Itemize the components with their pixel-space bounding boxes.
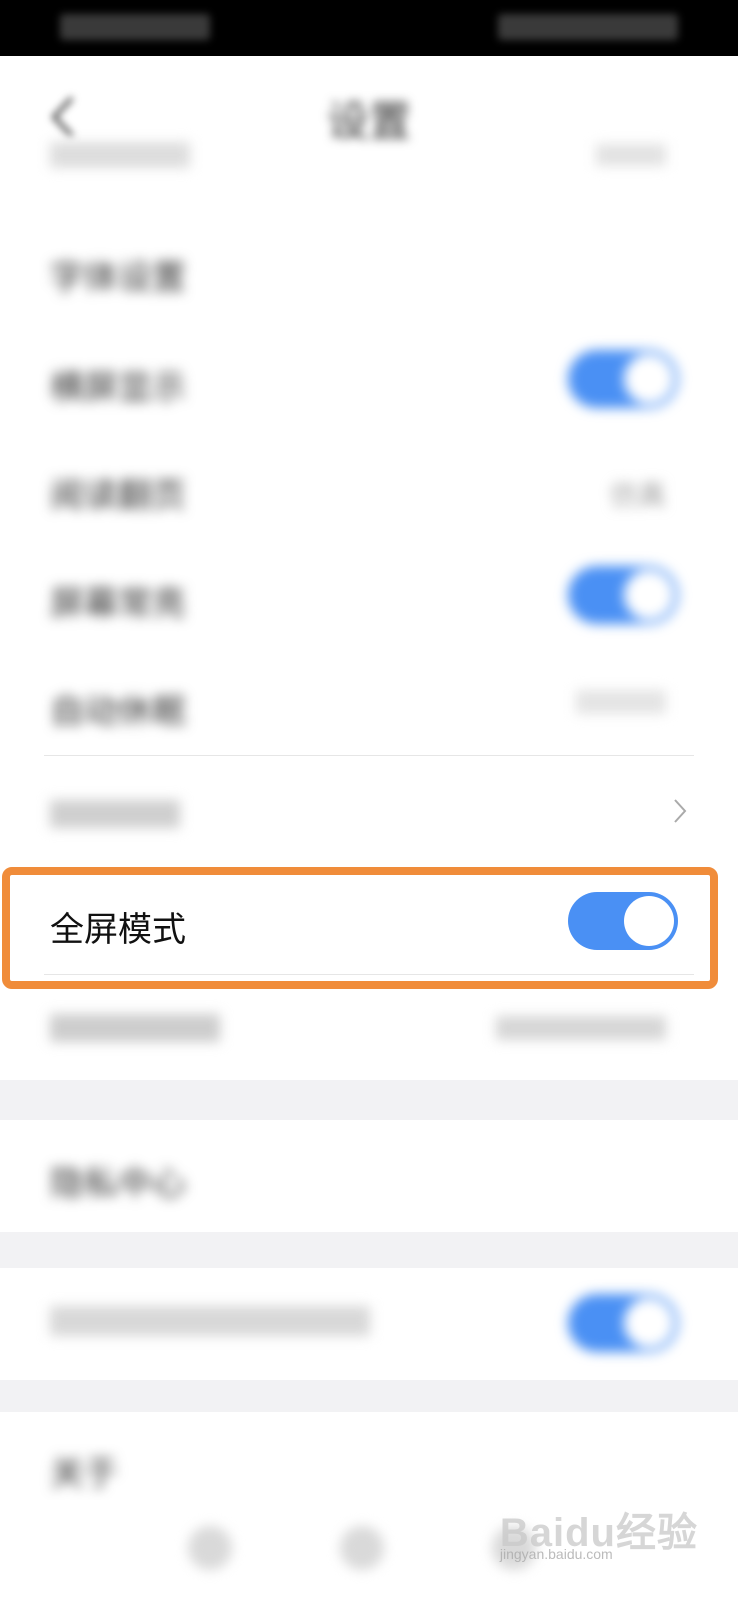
- divider: [44, 755, 694, 756]
- status-left-info: [60, 14, 210, 40]
- settings-row-value: 仿真: [609, 479, 666, 512]
- privacy-card: 隐私中心: [0, 1120, 738, 1232]
- settings-row-label: 隐私中心: [50, 1164, 186, 1204]
- settings-row-label: 横屏显示: [50, 368, 186, 408]
- section3-card: [0, 1268, 738, 1380]
- chevron-right-icon: [674, 799, 687, 823]
- settings-row-label: 关于: [50, 1454, 118, 1494]
- fullscreen-label: 全屏模式: [50, 910, 186, 950]
- nav-center-icon[interactable]: [340, 1526, 384, 1570]
- settings-row-label: [50, 800, 180, 828]
- settings-row-sleep[interactable]: 自动休眠: [0, 654, 738, 754]
- watermark-logo: Baidu经验 jingyan.baidu.com: [500, 1500, 698, 1562]
- settings-row-about[interactable]: 关于: [0, 1412, 738, 1512]
- settings-row-screen-on[interactable]: 屏幕常亮: [0, 546, 738, 646]
- settings-row-label: 字体设置: [50, 258, 186, 298]
- toggle-knob: [624, 896, 674, 946]
- settings-row-label: [50, 142, 190, 168]
- settings-row-label: 屏幕常亮: [50, 584, 186, 624]
- settings-row-section3[interactable]: [0, 1268, 738, 1380]
- settings-row-privacy[interactable]: 隐私中心: [0, 1120, 738, 1232]
- settings-row-value: [576, 690, 666, 714]
- nav-home-icon[interactable]: [188, 1526, 232, 1570]
- settings-row-pageturn[interactable]: 阅读翻页 仿真: [0, 438, 738, 538]
- fullscreen-toggle[interactable]: [568, 892, 678, 950]
- settings-row-value: [596, 144, 666, 166]
- settings-row-label: 阅读翻页: [50, 476, 186, 516]
- settings-row-value: [496, 1016, 666, 1040]
- settings-row-bottom-blurred[interactable]: [0, 978, 738, 1078]
- settings-row-blurred[interactable]: [0, 762, 738, 862]
- settings-row-label: [50, 1306, 370, 1336]
- section3-toggle[interactable]: [568, 1294, 678, 1352]
- settings-card: 字体设置 横屏显示 阅读翻页 仿真 屏幕常亮 自动休眠 全屏模式: [0, 142, 738, 1080]
- settings-row-font[interactable]: 字体设置: [0, 220, 738, 320]
- settings-row-label: [50, 1014, 220, 1042]
- page-title: 设置: [326, 97, 411, 146]
- screen-on-toggle[interactable]: [568, 566, 678, 624]
- about-card: 关于: [0, 1412, 738, 1512]
- status-right-icons: [498, 14, 678, 40]
- status-bar: [0, 0, 738, 56]
- settings-row-fullscreen[interactable]: 全屏模式: [0, 870, 738, 974]
- settings-row-top[interactable]: [0, 142, 738, 190]
- landscape-toggle[interactable]: [568, 350, 678, 408]
- divider: [44, 974, 694, 975]
- settings-row-label: 自动休眠: [50, 692, 186, 732]
- watermark-url: jingyan.baidu.com: [499, 1546, 613, 1562]
- settings-row-landscape[interactable]: 横屏显示: [0, 330, 738, 430]
